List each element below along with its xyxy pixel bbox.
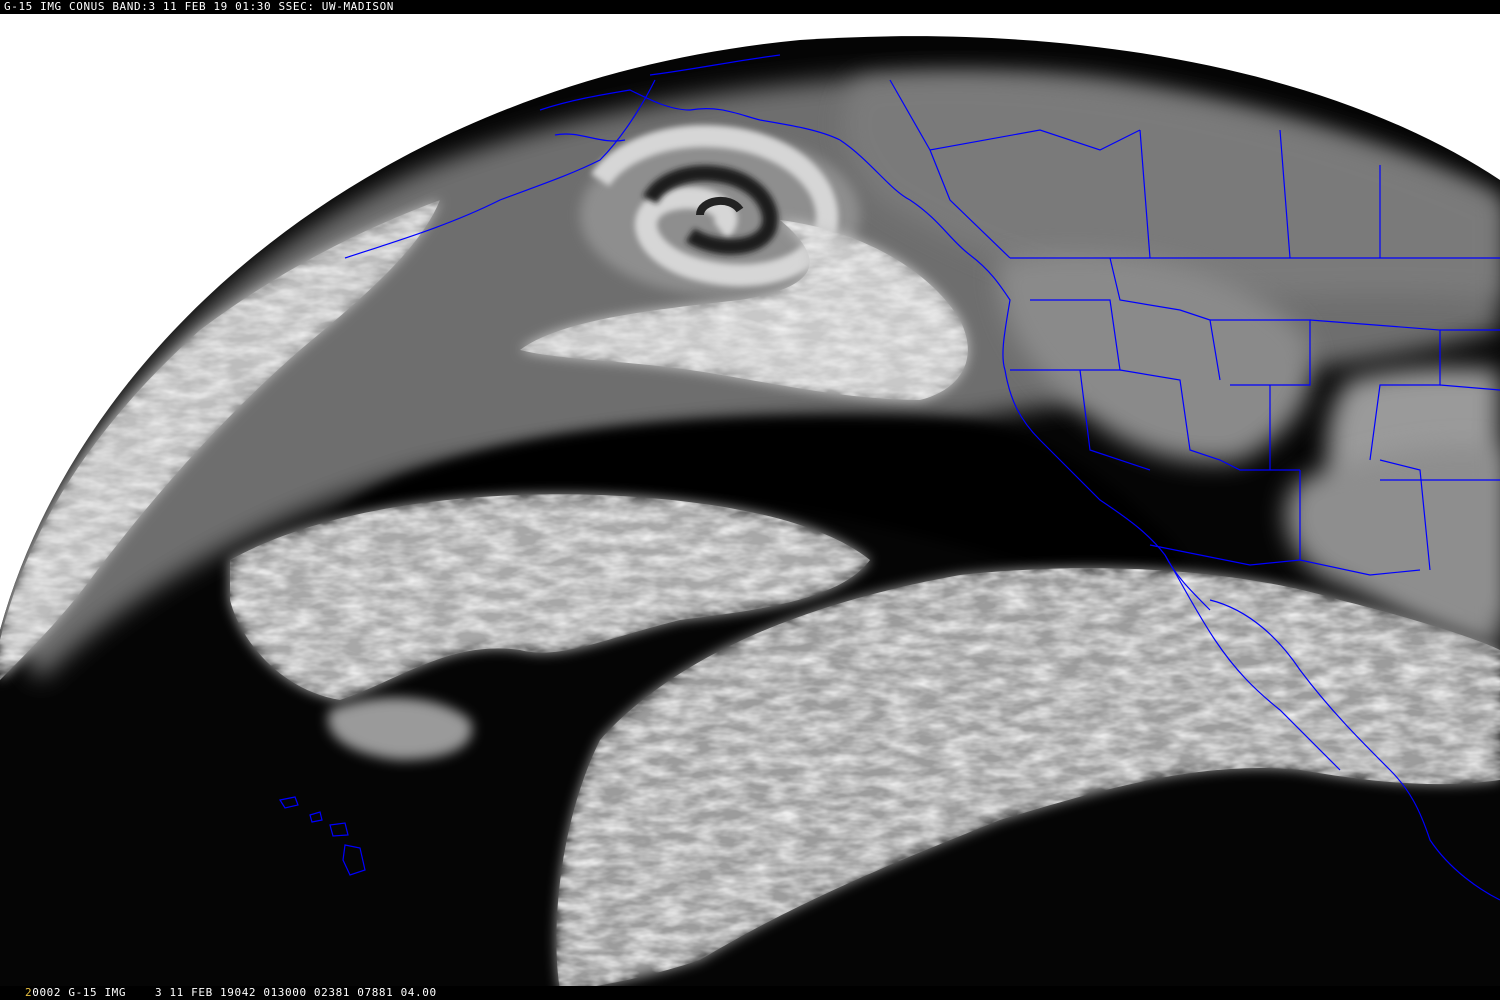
footer-text: 0002 G-15 IMG 3 11 FEB 19042 013000 0238… bbox=[32, 986, 437, 999]
image-header-label: G-15 IMG CONUS BAND:3 11 FEB 19 01:30 SS… bbox=[0, 0, 1500, 14]
image-footer-label: 20002 G-15 IMG 3 11 FEB 19042 013000 023… bbox=[0, 986, 1500, 1000]
satellite-image bbox=[0, 0, 1500, 1000]
